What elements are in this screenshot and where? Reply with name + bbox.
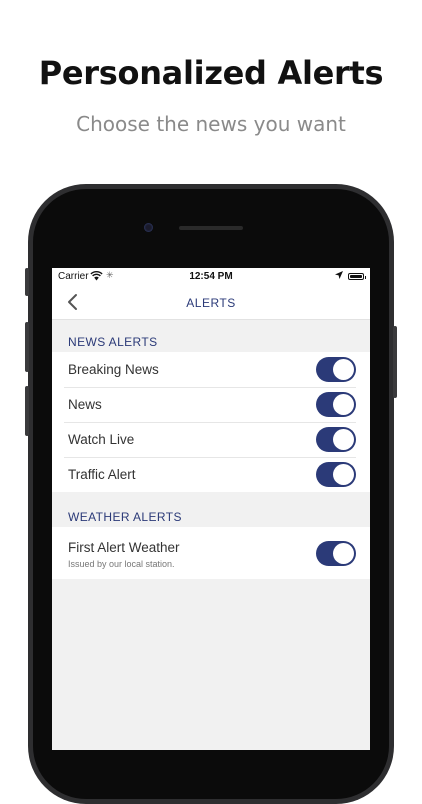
toggle-knob bbox=[333, 543, 354, 564]
watch-live-toggle[interactable] bbox=[316, 427, 356, 452]
alert-label: Watch Live bbox=[68, 432, 135, 447]
weather-alerts-group: First Alert Weather Issued by our local … bbox=[52, 527, 370, 579]
news-alerts-header: NEWS ALERTS bbox=[68, 335, 158, 349]
location-arrow-icon bbox=[334, 270, 344, 283]
news-toggle[interactable] bbox=[316, 392, 356, 417]
breaking-news-toggle[interactable] bbox=[316, 357, 356, 382]
front-camera bbox=[144, 223, 153, 232]
alert-label: First Alert Weather bbox=[68, 540, 180, 555]
volume-up-button bbox=[25, 322, 29, 372]
weather-alerts-header: WEATHER ALERTS bbox=[68, 510, 182, 524]
page-title: ALERTS bbox=[186, 296, 236, 310]
alert-row-watch-live: Watch Live bbox=[52, 422, 370, 457]
alert-row-news: News bbox=[52, 387, 370, 422]
alert-label: Traffic Alert bbox=[68, 467, 136, 482]
toggle-knob bbox=[333, 429, 354, 450]
earpiece-speaker bbox=[179, 226, 243, 230]
alert-row-breaking-news: Breaking News bbox=[52, 352, 370, 387]
toggle-knob bbox=[333, 394, 354, 415]
traffic-alert-toggle[interactable] bbox=[316, 462, 356, 487]
app-screen: Carrier ✳ 12:54 PM ALERTS NEWS ALERTS Br… bbox=[52, 268, 370, 750]
alert-sublabel: Issued by our local station. bbox=[68, 559, 175, 569]
toggle-knob bbox=[333, 464, 354, 485]
alert-row-traffic-alert: Traffic Alert bbox=[52, 457, 370, 492]
mute-switch bbox=[25, 268, 29, 296]
first-alert-weather-toggle[interactable] bbox=[316, 541, 356, 566]
battery-icon bbox=[348, 273, 366, 280]
volume-down-button bbox=[25, 386, 29, 436]
status-time: 12:54 PM bbox=[189, 271, 233, 282]
news-alerts-group: Breaking News News Watch Live Traffic Al… bbox=[52, 352, 370, 492]
alert-label: News bbox=[68, 397, 102, 412]
alert-row-first-alert-weather: First Alert Weather Issued by our local … bbox=[52, 527, 370, 579]
navigation-bar: ALERTS bbox=[52, 286, 370, 320]
promo-subtitle: Choose the news you want bbox=[76, 112, 346, 136]
status-bar: Carrier ✳ 12:54 PM bbox=[52, 268, 370, 286]
promo-title: Personalized Alerts bbox=[38, 54, 384, 92]
power-button bbox=[393, 326, 397, 398]
alert-label: Breaking News bbox=[68, 362, 159, 377]
toggle-knob bbox=[333, 359, 354, 380]
